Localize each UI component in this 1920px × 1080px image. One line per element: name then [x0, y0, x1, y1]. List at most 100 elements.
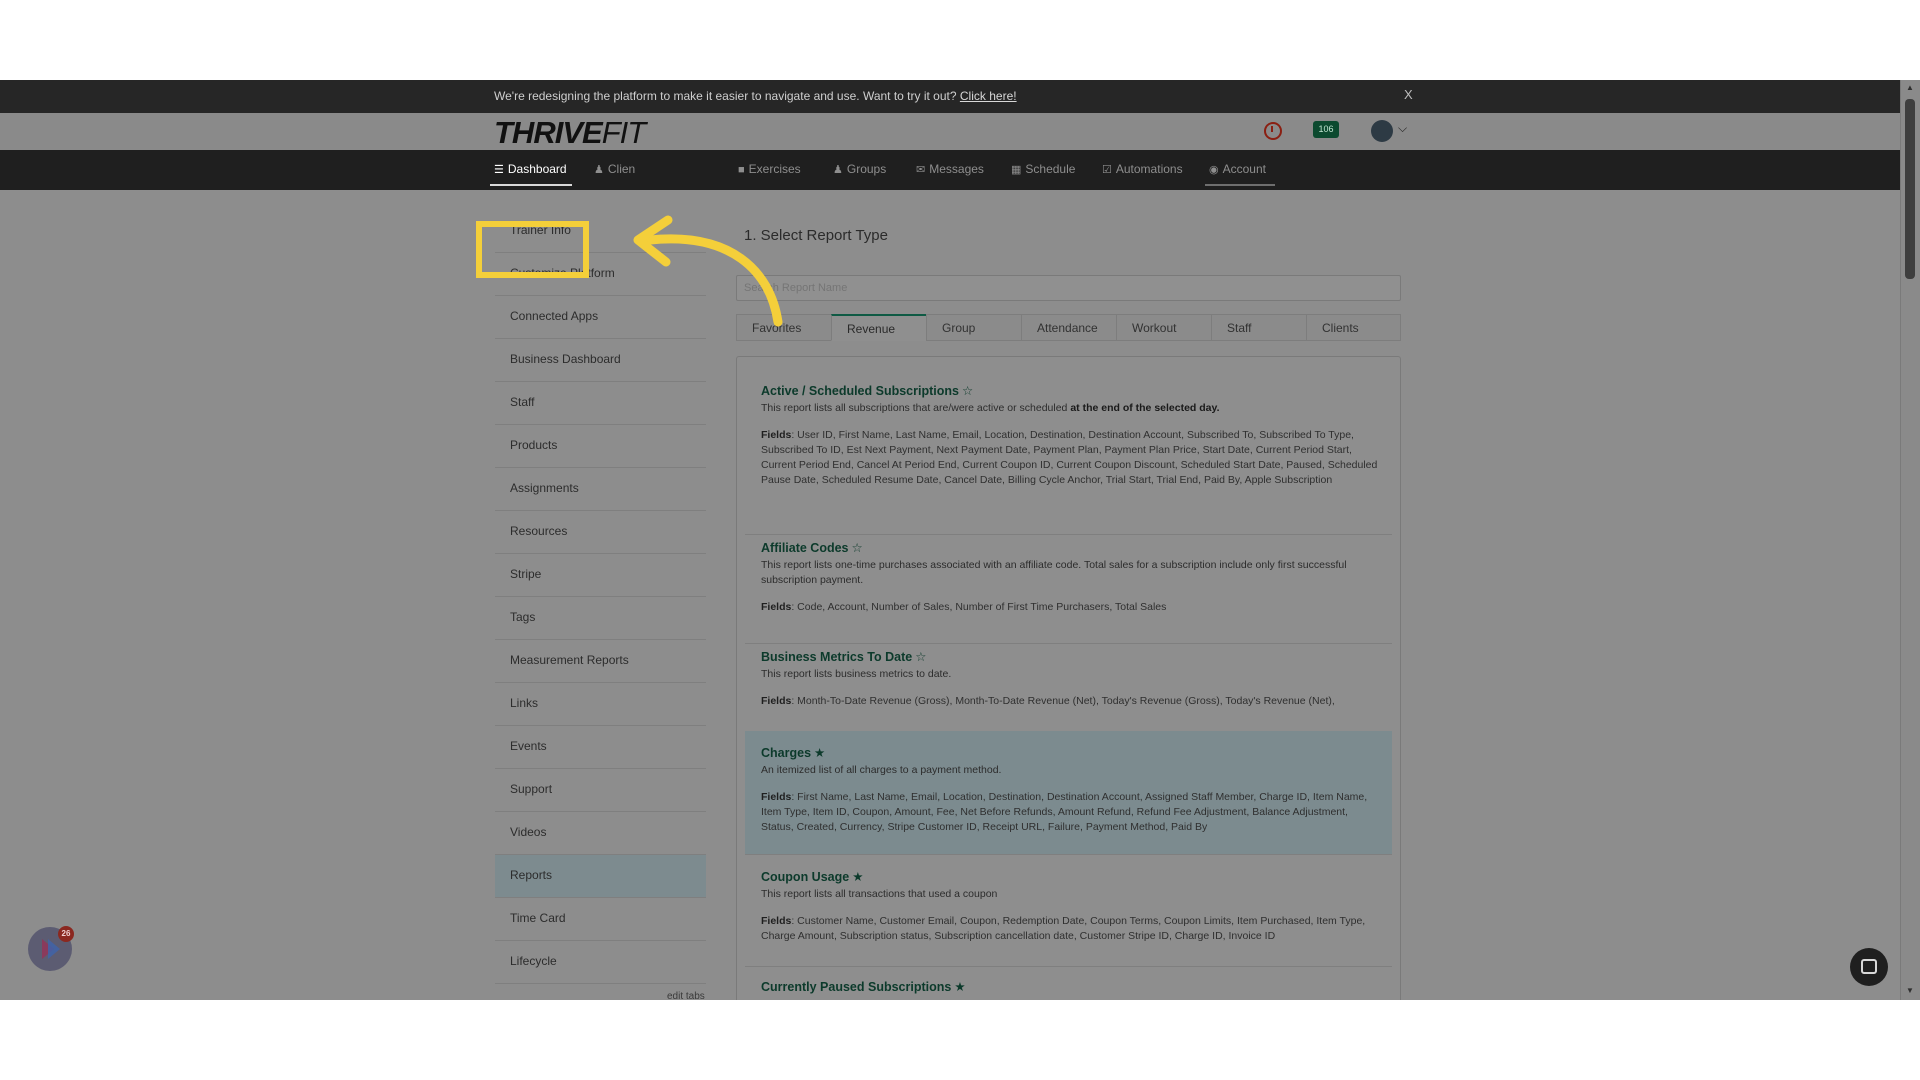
tab-group[interactable]: Group: [926, 314, 1022, 341]
check-square-icon: ☑: [1102, 164, 1112, 176]
scroll-down-icon[interactable]: ▼: [1906, 986, 1914, 995]
scroll-up-icon[interactable]: ▲: [1906, 83, 1914, 92]
tab-revenue[interactable]: Revenue: [831, 314, 927, 341]
nav-label: Groups: [846, 162, 887, 176]
nav-label: Dashboard: [507, 162, 567, 176]
nav-item-automations[interactable]: ☑ Automations: [1102, 162, 1183, 176]
report-title[interactable]: Charges ★: [761, 745, 1378, 760]
report-title[interactable]: Currently Paused Subscriptions ★: [761, 979, 1378, 994]
nav-item-groups[interactable]: ♟ Groups: [833, 162, 886, 176]
star-filled-icon[interactable]: ★: [852, 870, 863, 884]
sidebar-item-lifecycle[interactable]: Lifecycle: [495, 941, 706, 984]
nav-active-indicator: [490, 184, 572, 186]
fields-label: Fields: [761, 601, 792, 613]
report-description-emphasis: at the end of the selected day.: [1070, 402, 1220, 414]
page-title: 1. Select Report Type: [744, 227, 888, 244]
report-description: This report lists all transactions that …: [761, 888, 998, 900]
dumbbell-icon: ■: [738, 164, 745, 176]
nav-label: Exercises: [748, 162, 801, 176]
sidebar-item-resources[interactable]: Resources: [495, 511, 706, 554]
nav-item-exercises[interactable]: ■ Exercises: [738, 162, 801, 176]
report-title-text: Coupon Usage: [761, 870, 850, 884]
fields-text: : Customer Name, Customer Email, Coupon,…: [761, 915, 1366, 942]
edit-tabs-link[interactable]: edit tabs: [667, 991, 705, 1000]
sidebar-item-staff[interactable]: Staff: [495, 382, 706, 425]
sidebar-item-reports[interactable]: Reports: [495, 855, 706, 898]
scrollbar-thumb[interactable]: [1905, 99, 1915, 279]
sidebar-item-tags[interactable]: Tags: [495, 597, 706, 640]
sidebar-item-links[interactable]: Links: [495, 683, 706, 726]
announcement-text: We're redesigning the platform to make i…: [494, 89, 957, 103]
report-item-coupon-usage[interactable]: Coupon Usage ★ This report lists all tran…: [745, 869, 1392, 967]
nav-item-schedule[interactable]: ▦ Schedule: [1011, 162, 1075, 176]
tab-workout[interactable]: Workout: [1116, 314, 1212, 341]
report-title-text: Active / Scheduled Subscriptions: [761, 384, 959, 398]
fields-text: : Code, Account, Number of Sales, Number…: [791, 601, 1167, 613]
nav-item-account[interactable]: ◉ Account: [1209, 162, 1266, 176]
tab-favorites[interactable]: Favorites: [736, 314, 832, 341]
report-description: This report lists all subscriptions that…: [761, 401, 1378, 416]
report-description-text: This report lists all subscriptions that…: [761, 402, 1068, 414]
announcement-bar: We're redesigning the platform to make i…: [0, 80, 1900, 113]
top-header: THRIVEFIT 106 ⌵: [0, 113, 1900, 150]
report-title[interactable]: Business Metrics To Date ☆: [761, 649, 1378, 664]
launcher-logo-icon: [42, 939, 60, 959]
logo-main-text: THRIVE: [494, 115, 603, 150]
sidebar-item-connected-apps[interactable]: Connected Apps: [495, 296, 706, 339]
report-item-business-metrics-to-date[interactable]: Business Metrics To Date ☆ This report li…: [745, 649, 1392, 739]
report-item-currently-paused-subscriptions[interactable]: Currently Paused Subscriptions ★: [745, 979, 1392, 1000]
nav-item-clients[interactable]: ♟ Clien: [594, 162, 635, 176]
star-outline-icon[interactable]: ☆: [852, 541, 863, 555]
chevron-down-icon[interactable]: ⌵: [1398, 121, 1407, 136]
report-title[interactable]: Coupon Usage ★: [761, 869, 1378, 884]
thrivefit-logo[interactable]: THRIVEFIT: [494, 115, 646, 151]
envelope-icon: ✉: [916, 164, 926, 176]
sidebar-item-stripe[interactable]: Stripe: [495, 554, 706, 597]
nav-label: Account: [1222, 162, 1266, 176]
report-description: This report lists business metrics to da…: [761, 668, 952, 680]
sidebar-item-customize-platform[interactable]: Customize Platform: [495, 253, 706, 296]
search-report-input[interactable]: [736, 275, 1401, 301]
star-outline-icon[interactable]: ☆: [915, 650, 926, 664]
launcher-notification-badge: 26: [58, 926, 74, 942]
report-description: An itemized list of all charges to a pay…: [761, 764, 1002, 776]
tab-clients[interactable]: Clients: [1306, 314, 1401, 341]
announcement-link[interactable]: Click here!: [960, 89, 1017, 103]
sidebar-item-time-card[interactable]: Time Card: [495, 898, 706, 941]
sidebar-item-assignments[interactable]: Assignments: [495, 468, 706, 511]
fields-label: Fields: [761, 695, 792, 707]
sidebar-item-products[interactable]: Products: [495, 425, 706, 468]
report-title-text: Affiliate Codes: [761, 541, 849, 555]
sidebar-item-measurement-reports[interactable]: Measurement Reports: [495, 640, 706, 683]
star-outline-icon[interactable]: ☆: [962, 384, 973, 398]
tab-staff[interactable]: Staff: [1211, 314, 1307, 341]
app-frame: We're redesigning the platform to make i…: [0, 80, 1920, 1000]
star-filled-icon[interactable]: ★: [814, 746, 825, 760]
report-fields: Fields: Customer Name, Customer Email, C…: [761, 914, 1378, 944]
sidebar-item-support[interactable]: Support: [495, 769, 706, 812]
sidebar-item-events[interactable]: Events: [495, 726, 706, 769]
sidebar-item-videos[interactable]: Videos: [495, 812, 706, 855]
announcement-close-button[interactable]: X: [1404, 87, 1413, 102]
nav-item-dashboard[interactable]: ☰ Dashboard: [494, 162, 567, 176]
report-title-text: Charges: [761, 746, 812, 760]
sidebar-item-business-dashboard[interactable]: Business Dashboard: [495, 339, 706, 382]
report-list-panel: Active / Scheduled Subscriptions ☆ This r…: [736, 356, 1401, 1000]
star-filled-icon[interactable]: ★: [954, 980, 965, 994]
nav-label: Schedule: [1025, 162, 1076, 176]
nav-item-messages[interactable]: ✉ Messages: [916, 162, 984, 176]
main-nav: ☰ Dashboard ♟ Clien ■ Exercises ♟ Groups ✉ Me…: [0, 150, 1900, 190]
tab-attendance[interactable]: Attendance: [1021, 314, 1117, 341]
account-sidebar: Trainer Info Customize Platform Connecte…: [495, 210, 706, 984]
notification-count-badge[interactable]: 106: [1313, 121, 1339, 138]
clock-icon[interactable]: [1264, 122, 1282, 140]
fields-label: Fields: [761, 791, 792, 803]
report-item-affiliate-codes[interactable]: Affiliate Codes ☆ This report lists one-t…: [745, 540, 1392, 644]
report-item-charges[interactable]: Charges ★ An itemized list of all charges…: [745, 731, 1392, 855]
sidebar-item-trainer-info[interactable]: Trainer Info: [495, 210, 706, 253]
avatar[interactable]: [1371, 120, 1393, 142]
report-title[interactable]: Active / Scheduled Subscriptions ☆: [761, 383, 1378, 398]
user-icon: ♟: [594, 164, 604, 176]
report-title[interactable]: Affiliate Codes ☆: [761, 540, 1378, 555]
report-item-active-scheduled-subscriptions[interactable]: Active / Scheduled Subscriptions ☆ This r…: [745, 383, 1392, 535]
